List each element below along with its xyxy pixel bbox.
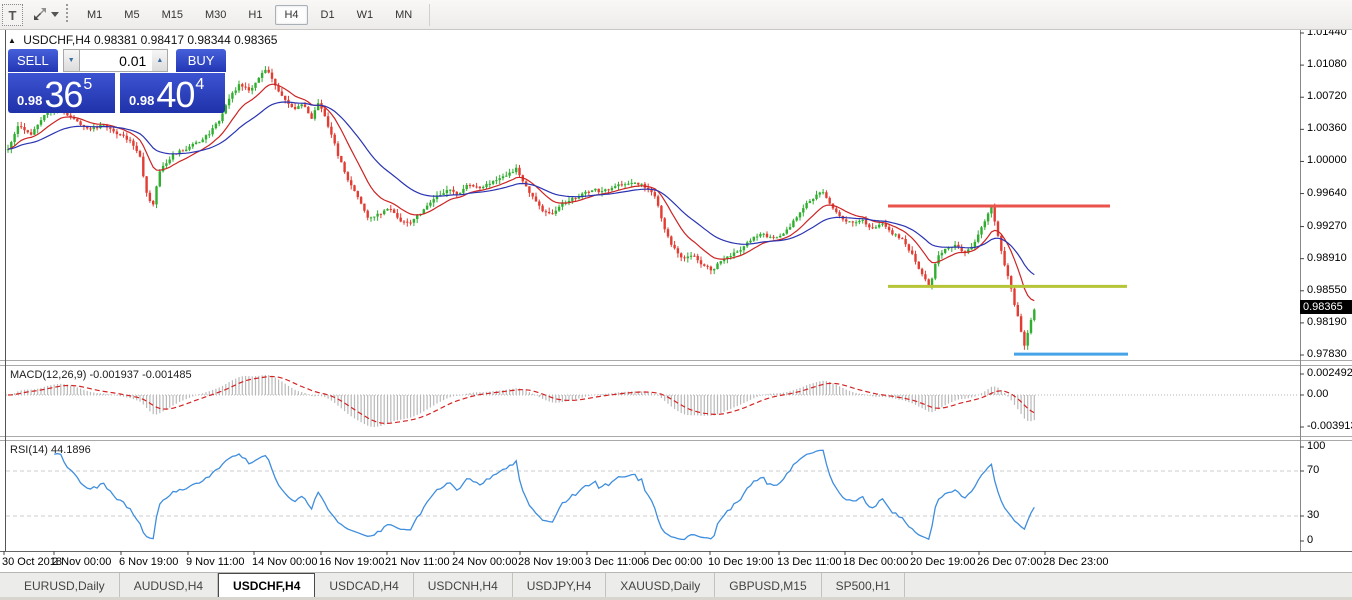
price-tick-label: 0.98910 (1307, 252, 1347, 264)
rsi-indicator-label: RSI(14) 44.1896 (10, 444, 91, 456)
date-tick-label: 16 Nov 19:00 (319, 556, 384, 568)
current-price-value: 0.98365 (1303, 301, 1343, 313)
date-tick-label: 6 Dec 00:00 (643, 556, 702, 568)
chart-tab-gbpusd[interactable]: GBPUSD,M15 (715, 573, 821, 598)
double-arrow-icon (32, 6, 48, 22)
buy-price-panel[interactable]: 0.98 40 4 (120, 73, 225, 113)
chart-tab-bar: EURUSD,DailyAUDUSD,H4USDCHF,H4USDCAD,H4U… (0, 572, 1352, 598)
date-tick-label: 10 Dec 19:00 (708, 556, 773, 568)
chart-tab-eurusd[interactable]: EURUSD,Daily (10, 573, 120, 598)
date-axis[interactable]: 30 Oct 20182 Nov 00:006 Nov 19:009 Nov 1… (0, 556, 1300, 572)
sell-price-prefix: 0.98 (17, 93, 42, 108)
current-price-tag: 0.98365 (1300, 300, 1352, 314)
buy-button[interactable]: BUY (176, 49, 226, 72)
toolbar-grip[interactable] (66, 4, 68, 24)
price-tick-label: 1.00720 (1307, 90, 1347, 102)
triangle-down-icon: ▼ (68, 57, 75, 64)
date-tick-label: 28 Dec 23:00 (1043, 556, 1108, 568)
date-tick-label: 20 Dec 19:00 (910, 556, 975, 568)
price-tick-label: 1.00000 (1307, 154, 1347, 166)
text-tool-label: T (9, 8, 17, 23)
timeframe-button-w1[interactable]: W1 (348, 5, 383, 25)
timeframe-button-h1[interactable]: H1 (239, 5, 271, 25)
date-tick-label: 13 Dec 11:00 (777, 556, 842, 568)
date-tick-label: 3 Dec 11:00 (585, 556, 644, 568)
timeframe-button-d1[interactable]: D1 (312, 5, 344, 25)
sell-button-label: SELL (17, 53, 49, 68)
timeframe-button-m15[interactable]: M15 (153, 5, 192, 25)
buy-button-label: BUY (188, 53, 215, 68)
chart-tab-usdcad[interactable]: USDCAD,H4 (315, 573, 413, 598)
timeframe-toolbar: M1M5M15M30H1H4D1W1MN (76, 3, 430, 26)
price-tick-label: 1.00360 (1307, 122, 1347, 134)
date-tick-label: 14 Nov 00:00 (252, 556, 317, 568)
chart-tab-usdchf[interactable]: USDCHF,H4 (218, 573, 315, 598)
price-tick-label: 0.99640 (1307, 187, 1347, 199)
ohlc-values: 0.98381 0.98417 0.98344 0.98365 (94, 33, 278, 47)
volume-input[interactable]: 0.01 (80, 49, 153, 72)
date-tick-label: 21 Nov 11:00 (385, 556, 450, 568)
symbol-period-label: USDCHF,H4 (23, 33, 90, 47)
trading-platform-window: T M1M5M15M30H1H4D1W1MN ▲ USDCHF,H4 0.983… (0, 0, 1352, 600)
arrange-arrows-button[interactable] (27, 3, 63, 25)
date-tick-label: 28 Nov 19:00 (518, 556, 583, 568)
rsi-tick-label: 70 (1307, 464, 1319, 476)
date-tick-label: 2 Nov 00:00 (52, 556, 111, 568)
rsi-tick-label: 0 (1307, 534, 1313, 546)
timeframe-button-m30[interactable]: M30 (196, 5, 235, 25)
buy-price-pip: 4 (195, 76, 204, 94)
timeframe-button-m5[interactable]: M5 (115, 5, 148, 25)
volume-value: 0.01 (119, 53, 146, 69)
volume-decrease-button[interactable]: ▼ (63, 49, 80, 72)
text-tool-button[interactable]: T (2, 4, 23, 26)
chevron-down-icon (51, 12, 59, 17)
date-tick-label: 26 Dec 07:00 (977, 556, 1042, 568)
sell-price-pip: 5 (83, 76, 92, 94)
macd-tick-label: 0.002492 (1307, 367, 1352, 379)
triangle-up-icon: ▲ (156, 57, 163, 64)
timeframe-button-mn[interactable]: MN (386, 5, 421, 25)
timeframe-button-h4[interactable]: H4 (275, 5, 307, 25)
macd-tick-label: -0.003913 (1307, 420, 1352, 432)
sell-price-big: 36 (44, 77, 82, 113)
price-tick-label: 0.99270 (1307, 220, 1347, 232)
chart-tab-xauusd[interactable]: XAUUSD,Daily (606, 573, 715, 598)
chart-tab-usdjpy[interactable]: USDJPY,H4 (513, 573, 606, 598)
chart-tab-sp500[interactable]: SP500,H1 (822, 573, 906, 598)
chart-tab-usdcnh[interactable]: USDCNH,H4 (414, 573, 513, 598)
date-tick-label: 6 Nov 19:00 (119, 556, 178, 568)
date-tick-label: 9 Nov 11:00 (186, 556, 245, 568)
chart-header: ▲ USDCHF,H4 0.98381 0.98417 0.98344 0.98… (8, 33, 277, 47)
top-toolbar: T M1M5M15M30H1H4D1W1MN (0, 0, 1352, 30)
price-tick-label: 0.98550 (1307, 284, 1347, 296)
collapse-icon[interactable]: ▲ (8, 36, 16, 45)
buy-price-big: 40 (156, 77, 194, 113)
rsi-tick-label: 30 (1307, 509, 1319, 521)
date-tick-label: 24 Nov 00:00 (452, 556, 517, 568)
volume-increase-button[interactable]: ▲ (152, 49, 168, 72)
rsi-tick-label: 100 (1307, 440, 1325, 452)
price-tick-label: 0.98190 (1307, 316, 1347, 328)
macd-tick-label: 0.00 (1307, 388, 1328, 400)
chart-tab-audusd[interactable]: AUDUSD,H4 (120, 573, 218, 598)
buy-price-prefix: 0.98 (129, 93, 154, 108)
toolbar-separator (429, 4, 430, 26)
timeframe-button-m1[interactable]: M1 (78, 5, 111, 25)
sell-price-panel[interactable]: 0.98 36 5 (8, 73, 115, 113)
price-tick-label: 1.01080 (1307, 58, 1347, 70)
one-click-trading-panel: SELL ▼ 0.01 ▲ BUY 0.98 36 5 0.98 4 (8, 49, 226, 113)
sell-button[interactable]: SELL (8, 49, 58, 72)
price-tick-label: 0.97830 (1307, 348, 1347, 360)
date-tick-label: 18 Dec 00:00 (843, 556, 908, 568)
macd-indicator-label: MACD(12,26,9) -0.001937 -0.001485 (10, 369, 192, 381)
